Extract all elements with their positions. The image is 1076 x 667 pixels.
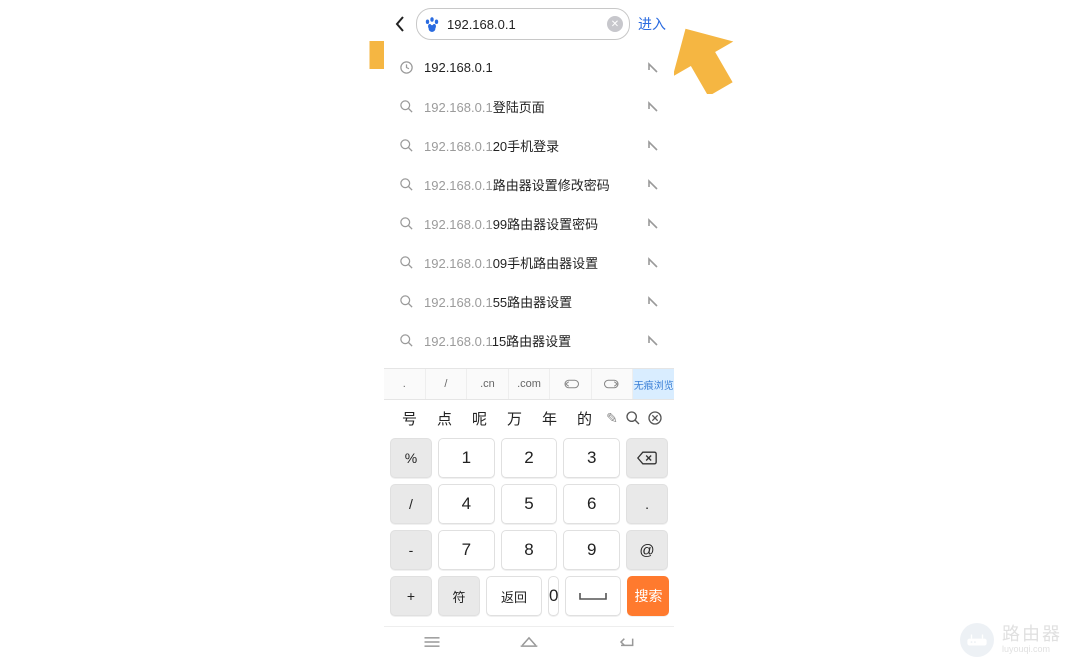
fill-arrow-icon[interactable] xyxy=(646,100,660,114)
key-backspace-icon[interactable] xyxy=(626,438,668,478)
router-icon xyxy=(960,623,994,657)
suggestion-row[interactable]: 192.168.0.120手机登录 xyxy=(384,126,674,165)
search-box[interactable]: 192.168.0.1 ✕ xyxy=(416,8,630,40)
cursor-right-icon[interactable] xyxy=(592,369,634,399)
suggestion-text: 192.168.0.120手机登录 xyxy=(424,136,636,155)
suggestion-row[interactable]: 192.168.0.1路由器设置修改密码 xyxy=(384,165,674,204)
suggestion-row[interactable]: 192.168.0.1登陆页面 xyxy=(384,87,674,126)
search-icon xyxy=(398,177,414,193)
fill-arrow-icon[interactable] xyxy=(646,295,660,309)
key-3[interactable]: 3 xyxy=(563,438,620,478)
fill-arrow-icon[interactable] xyxy=(646,217,660,231)
fill-arrow-icon[interactable] xyxy=(646,256,660,270)
suggestion-text: 192.168.0.1登陆页面 xyxy=(424,97,636,116)
fill-arrow-icon[interactable] xyxy=(646,178,660,192)
go-button[interactable]: 进入 xyxy=(636,14,668,34)
fill-arrow-icon[interactable] xyxy=(646,61,660,75)
url-shortcut-bar: . / .cn .com 无痕浏览 xyxy=(384,368,674,400)
ime-close-icon[interactable] xyxy=(644,410,666,426)
key-dot[interactable]: . xyxy=(626,484,668,524)
nav-back-icon[interactable] xyxy=(577,627,674,657)
search-input-text[interactable]: 192.168.0.1 xyxy=(447,17,601,32)
ime-candidate[interactable]: 万 xyxy=(497,408,532,429)
key-8[interactable]: 8 xyxy=(501,530,558,570)
back-button[interactable] xyxy=(390,4,410,44)
url-slash-key[interactable]: / xyxy=(426,369,468,399)
numeric-keypad: % 1 2 3 / 4 5 6 . - 7 8 9 @ + 符 返回 0 搜索 xyxy=(384,436,674,626)
nav-menu-icon[interactable] xyxy=(384,627,481,657)
incognito-browse-button[interactable]: 无痕浏览 xyxy=(633,369,674,399)
baidu-paw-icon xyxy=(423,15,441,33)
url-dot-key[interactable]: . xyxy=(384,369,426,399)
key-slash[interactable]: / xyxy=(390,484,432,524)
suggestion-text: 192.168.0.199路由器设置密码 xyxy=(424,214,636,233)
key-6[interactable]: 6 xyxy=(563,484,620,524)
annotation-arrow-right xyxy=(668,24,738,94)
suggestion-list: 192.168.0.1 192.168.0.1登陆页面 192.168.0.12… xyxy=(384,44,674,360)
search-icon xyxy=(398,216,414,232)
key-1[interactable]: 1 xyxy=(438,438,495,478)
key-5[interactable]: 5 xyxy=(501,484,558,524)
suggestion-row[interactable]: 192.168.0.199路由器设置密码 xyxy=(384,204,674,243)
search-icon xyxy=(398,99,414,115)
key-plus[interactable]: + xyxy=(390,576,432,616)
key-9[interactable]: 9 xyxy=(563,530,620,570)
suggestion-text: 192.168.0.1 xyxy=(424,60,636,75)
suggestion-row[interactable]: 192.168.0.155路由器设置 xyxy=(384,282,674,321)
key-space-icon[interactable] xyxy=(565,576,621,616)
url-cn-key[interactable]: .cn xyxy=(467,369,509,399)
key-0[interactable]: 0 xyxy=(548,576,559,616)
search-icon xyxy=(398,333,414,349)
ime-search-icon[interactable] xyxy=(622,410,644,426)
watermark: 路由器 luyouqi.com xyxy=(960,623,1062,657)
phone-screen: 192.168.0.1 ✕ 进入 192.168.0.1 192.168.0.1… xyxy=(384,0,674,667)
watermark-title: 路由器 xyxy=(1002,625,1062,645)
key-4[interactable]: 4 xyxy=(438,484,495,524)
url-com-key[interactable]: .com xyxy=(509,369,551,399)
suggestion-row[interactable]: 192.168.0.115路由器设置 xyxy=(384,321,674,360)
ime-edit-icon[interactable]: ✎ xyxy=(602,410,622,427)
ime-candidate[interactable]: 年 xyxy=(532,408,567,429)
key-minus[interactable]: - xyxy=(390,530,432,570)
suggestion-text: 192.168.0.1路由器设置修改密码 xyxy=(424,175,636,194)
nav-home-icon[interactable] xyxy=(481,627,578,657)
suggestion-text: 192.168.0.109手机路由器设置 xyxy=(424,253,636,272)
suggestion-row[interactable]: 192.168.0.1 xyxy=(384,48,674,87)
cursor-left-icon[interactable] xyxy=(550,369,592,399)
ime-candidate[interactable]: 呢 xyxy=(462,408,497,429)
clear-input-icon[interactable]: ✕ xyxy=(607,16,623,32)
ime-candidate-row: 号 点 呢 万 年 的 ✎ xyxy=(384,400,674,436)
key-return[interactable]: 返回 xyxy=(486,576,542,616)
key-percent[interactable]: % xyxy=(390,438,432,478)
suggestion-text: 192.168.0.155路由器设置 xyxy=(424,292,636,311)
watermark-sub: luyouqi.com xyxy=(1002,645,1062,655)
system-nav-bar xyxy=(384,626,674,657)
ime-candidate[interactable]: 的 xyxy=(567,408,602,429)
search-icon xyxy=(398,138,414,154)
key-7[interactable]: 7 xyxy=(438,530,495,570)
suggestion-text: 192.168.0.115路由器设置 xyxy=(424,331,636,350)
ime-candidate[interactable]: 点 xyxy=(427,408,462,429)
key-at[interactable]: @ xyxy=(626,530,668,570)
ime-candidate[interactable]: 号 xyxy=(392,408,427,429)
address-bar: 192.168.0.1 ✕ 进入 xyxy=(384,0,674,44)
key-2[interactable]: 2 xyxy=(501,438,558,478)
history-icon xyxy=(398,60,414,76)
fill-arrow-icon[interactable] xyxy=(646,139,660,153)
suggestion-row[interactable]: 192.168.0.109手机路由器设置 xyxy=(384,243,674,282)
key-symbols[interactable]: 符 xyxy=(438,576,480,616)
search-icon xyxy=(398,294,414,310)
key-search[interactable]: 搜索 xyxy=(627,576,669,616)
search-icon xyxy=(398,255,414,271)
fill-arrow-icon[interactable] xyxy=(646,334,660,348)
